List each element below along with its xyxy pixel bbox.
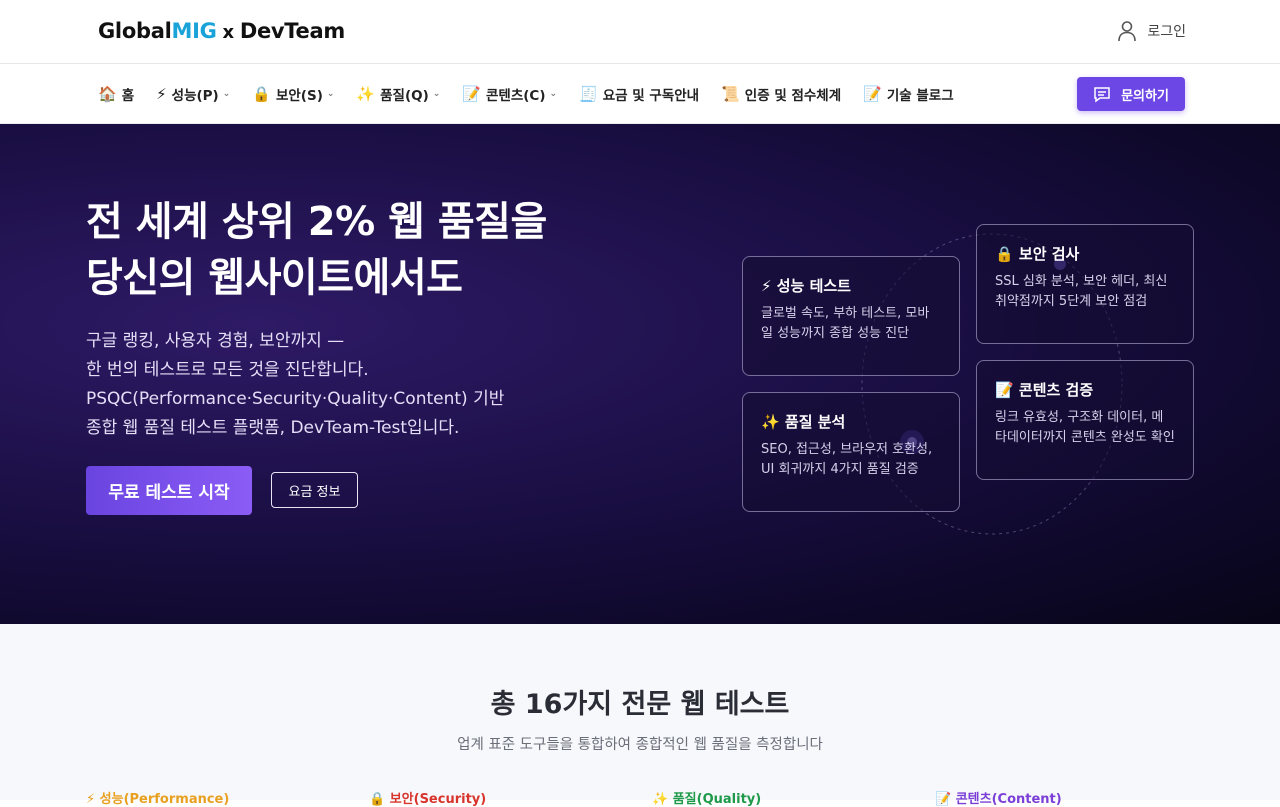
contact-button[interactable]: 문의하기	[1077, 77, 1185, 111]
card-desc: SEO, 접근성, 브라우저 호환성, UI 회귀까지 4가지 품질 검증	[761, 442, 933, 477]
nav-label: 홈	[121, 88, 135, 104]
chat-icon	[1094, 87, 1110, 103]
card-title: 🔒 보안 검사	[995, 245, 1080, 263]
memo-icon: 📝	[462, 85, 481, 103]
login-link[interactable]: 로그인	[1117, 20, 1186, 42]
card-desc: 링크 유효성, 구조화 데이터, 메타데이터까지 콘텐츠 완성도 확인	[995, 410, 1175, 445]
nav-label: 요금 및 구독안내	[602, 88, 700, 104]
hero-title-line1: 전 세계 상위 2% 웹 품질을	[86, 199, 547, 245]
hero-description: 구글 랭킹, 사용자 경험, 보안까지 — 한 번의 테스트로 모든 것을 진단…	[86, 327, 504, 443]
nav-item-quality[interactable]: ✨ 품질(Q) ⌄	[356, 84, 440, 104]
nav-label: 보안(S)	[275, 88, 323, 104]
scroll-icon: 📜	[721, 85, 740, 103]
section-subtitle: 업계 표준 도구들을 통합하여 종합적인 웹 품질을 측정합니다	[457, 737, 823, 753]
nav-item-security[interactable]: 🔒 보안(S) ⌄	[252, 84, 334, 104]
card-desc: 글로벌 속도, 부하 테스트, 모바일 성능까지 종합 성능 진단	[761, 306, 930, 341]
card-title: ✨ 품질 분석	[761, 413, 846, 431]
category-performance[interactable]: ⚡ 성능(Performance)	[86, 788, 229, 807]
nav-list: 🏠 홈 ⚡ 성능(P) ⌄ 🔒 보안(S) ⌄ ✨ 품질(Q) ⌄ 📝 콘텐츠(…	[98, 64, 976, 124]
logo-mig: MIG	[171, 19, 217, 43]
logo-global: Global	[98, 19, 172, 43]
hero-desc-line2: 한 번의 테스트로 모든 것을 진단합니다.	[86, 360, 369, 380]
nav-item-certification[interactable]: 📜 인증 및 점수체계	[721, 84, 841, 104]
nav-item-pricing[interactable]: 🧾 요금 및 구독안내	[579, 84, 699, 104]
nav-label: 인증 및 점수체계	[744, 88, 842, 104]
contact-label: 문의하기	[1121, 88, 1169, 104]
lock-icon: 🔒	[252, 85, 271, 103]
card-performance[interactable]: ⚡ 성능 테스트 글로벌 속도, 부하 테스트, 모바일 성능까지 종합 성능 …	[742, 256, 960, 376]
start-free-test-button[interactable]: 무료 테스트 시작	[86, 466, 252, 515]
card-content[interactable]: 📝 콘텐츠 검증 링크 유효성, 구조화 데이터, 메타데이터까지 콘텐츠 완성…	[976, 360, 1194, 480]
card-title: ⚡ 성능 테스트	[761, 277, 851, 295]
hero-desc-line1: 구글 랭킹, 사용자 경험, 보안까지 —	[86, 331, 345, 351]
nav-label: 콘텐츠(C)	[486, 88, 546, 104]
section-title: 총 16가지 전문 웹 테스트	[490, 689, 790, 720]
card-quality[interactable]: ✨ 품질 분석 SEO, 접근성, 브라우저 호환성, UI 회귀까지 4가지 …	[742, 392, 960, 512]
chevron-down-icon: ⌄	[432, 89, 441, 99]
logo-x: x	[222, 22, 235, 43]
nav-label: 기술 블로그	[886, 88, 954, 104]
card-title: 📝 콘텐츠 검증	[995, 381, 1094, 399]
nav-item-performance[interactable]: ⚡ 성능(P) ⌄	[156, 84, 230, 104]
nav-item-home[interactable]: 🏠 홈	[98, 84, 134, 104]
login-label: 로그인	[1147, 24, 1186, 40]
home-icon: 🏠	[98, 85, 117, 103]
chevron-down-icon: ⌄	[549, 89, 558, 99]
site-logo[interactable]: GlobalMIG x DevTeam	[98, 19, 345, 43]
pricing-info-button[interactable]: 요금 정보	[271, 472, 358, 508]
nav-item-blog[interactable]: 📝 기술 블로그	[863, 84, 954, 104]
user-icon	[1118, 21, 1137, 42]
lightning-icon: ⚡	[156, 85, 167, 103]
card-security[interactable]: 🔒 보안 검사 SSL 심화 분석, 보안 헤더, 최신 취약점까지 5단계 보…	[976, 224, 1194, 344]
hero-desc-line3: PSQC(Performance·Security·Quality·Conten…	[86, 389, 505, 409]
category-quality[interactable]: ✨ 품질(Quality)	[652, 788, 761, 807]
hero-section: 전 세계 상위 2% 웹 품질을 당신의 웹사이트에서도 구글 랭킹, 사용자 …	[0, 124, 1280, 624]
nav-item-content[interactable]: 📝 콘텐츠(C) ⌄	[462, 84, 557, 104]
logo-devteam: DevTeam	[239, 19, 345, 43]
nav-label: 품질(Q)	[380, 88, 429, 104]
chevron-down-icon: ⌄	[326, 89, 335, 99]
main-nav: 🏠 홈 ⚡ 성능(P) ⌄ 🔒 보안(S) ⌄ ✨ 품질(Q) ⌄ 📝 콘텐츠(…	[0, 64, 1280, 124]
card-desc: SSL 심화 분석, 보안 헤더, 최신 취약점까지 5단계 보안 점검	[995, 274, 1168, 309]
tests-section: 총 16가지 전문 웹 테스트 업계 표준 도구들을 통합하여 종합적인 웹 품…	[0, 624, 1280, 807]
receipt-icon: 🧾	[579, 85, 598, 103]
nav-label: 성능(P)	[171, 88, 219, 104]
hero-desc-line4: 종합 웹 품질 테스트 플랫폼, DevTeam-Test입니다.	[86, 418, 460, 438]
memo-icon: 📝	[863, 85, 882, 103]
top-header: GlobalMIG x DevTeam 로그인	[0, 0, 1280, 64]
category-content[interactable]: 📝 콘텐츠(Content)	[935, 788, 1062, 807]
hero-title-line2: 당신의 웹사이트에서도	[86, 255, 463, 301]
sparkles-icon: ✨	[356, 85, 376, 103]
hero-title: 전 세계 상위 2% 웹 품질을 당신의 웹사이트에서도	[86, 194, 547, 306]
category-security[interactable]: 🔒 보안(Security)	[369, 788, 486, 807]
chevron-down-icon: ⌄	[222, 89, 231, 99]
